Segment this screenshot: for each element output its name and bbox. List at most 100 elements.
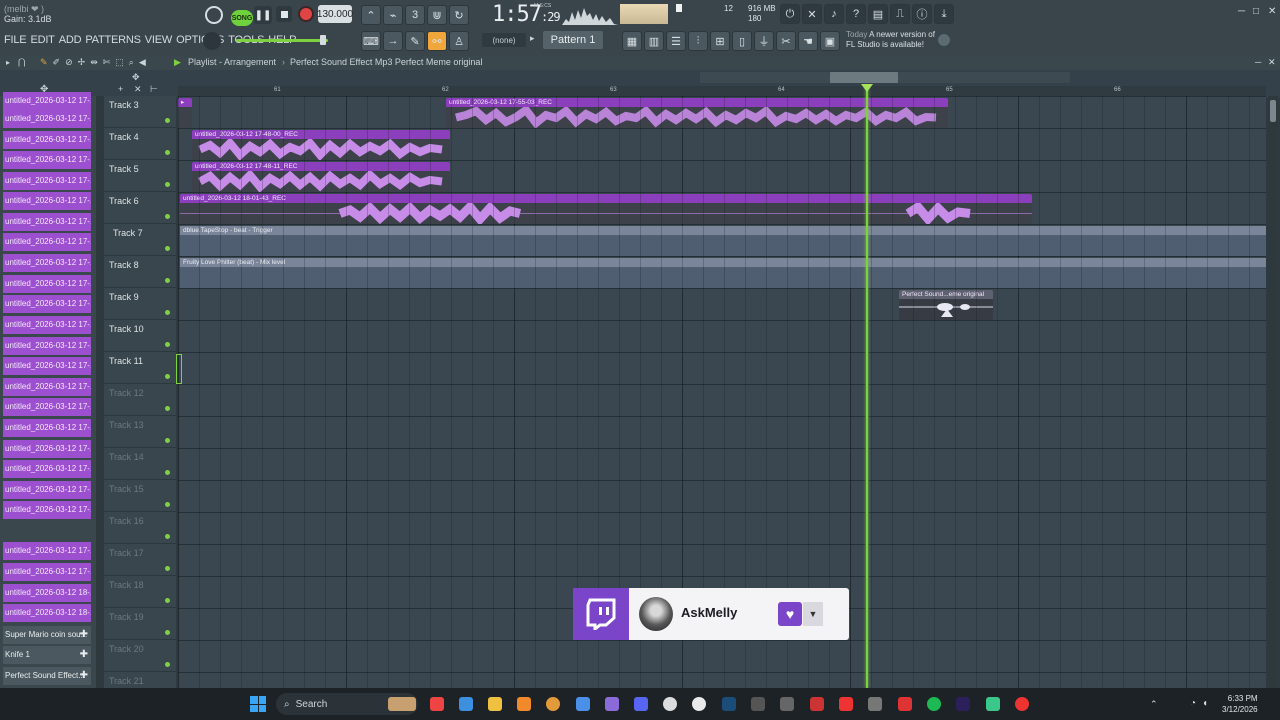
playhead-marker-icon[interactable] — [861, 84, 873, 92]
automation-clip[interactable]: dblue.TapeStop - beat - Trigger — [180, 226, 1266, 256]
news-panel[interactable]: Today A newer version of FL Studio is av… — [846, 30, 935, 50]
browser-item[interactable]: untitled_2026-03-12 17-... — [3, 563, 91, 581]
widget-icon[interactable] — [388, 697, 416, 711]
track-mute-led[interactable] — [165, 246, 170, 251]
browser-item[interactable]: untitled_2026-03-12 17-... — [3, 295, 91, 313]
minimize-icon[interactable]: ─ — [1238, 6, 1245, 17]
vertical-scroll-thumb[interactable] — [1270, 100, 1276, 122]
vertical-scrollbar[interactable] — [1268, 96, 1278, 688]
delete-tool-icon[interactable]: ⊘ — [65, 57, 73, 68]
track-mute-led[interactable] — [165, 182, 170, 187]
track-header[interactable]: Track 5 — [104, 160, 176, 192]
tools-icon[interactable]: ✂ — [776, 31, 796, 51]
microphone-icon[interactable]: ♪ — [824, 4, 844, 24]
app-icon[interactable] — [459, 697, 473, 711]
zoom-tool-icon[interactable]: ⌕ — [129, 57, 134, 68]
app-icon[interactable] — [898, 697, 912, 711]
volume-icon[interactable]: ◖ — [1202, 698, 1208, 709]
browser-item[interactable]: untitled_2026-03-12 17-... — [3, 378, 91, 396]
breadcrumb[interactable]: Perfect Sound Effect Mp3 Perfect Meme or… — [290, 57, 482, 67]
step-edit-icon[interactable]: ⋓ — [427, 5, 447, 25]
browser-item[interactable]: untitled_2026-03-12 17-... — [3, 172, 91, 190]
brush-icon[interactable]: ✎ — [405, 31, 425, 51]
track-header[interactable]: Track 12 — [104, 384, 176, 416]
master-volume-slider[interactable] — [236, 39, 328, 42]
track-mute-led[interactable] — [165, 374, 170, 379]
maximize-icon[interactable]: □ — [1253, 6, 1259, 17]
track-header[interactable]: Track 8 — [104, 256, 176, 288]
audio-clip[interactable]: ▸ — [178, 98, 192, 128]
audio-clip[interactable]: Perfect Sound...eme original — [899, 290, 993, 320]
update-icon[interactable] — [938, 34, 950, 46]
track-header[interactable]: Track 14 — [104, 448, 176, 480]
after-effects-icon[interactable] — [956, 697, 970, 711]
track-header[interactable]: Track 18 — [104, 576, 176, 608]
channel-icon[interactable]: ▯ — [732, 31, 752, 51]
browser-item[interactable]: untitled_2026-03-12 17-... — [3, 192, 91, 210]
audio-clip[interactable]: untitled_2026-03-12 17-48-00_REC — [192, 130, 450, 160]
touch-icon[interactable]: ☚ — [798, 31, 818, 51]
brush-tool-icon[interactable]: ✐ — [53, 57, 61, 68]
mixer-icon[interactable]: ✕ — [802, 4, 822, 24]
track-mute-led[interactable] — [165, 566, 170, 571]
app-icon[interactable] — [663, 697, 677, 711]
app-icon[interactable] — [839, 697, 853, 711]
add-icon[interactable]: ✚ — [80, 667, 88, 685]
help-icon[interactable]: ? — [846, 4, 866, 24]
browser-item-sound[interactable]: Perfect Sound Effect... ✚ — [3, 667, 91, 685]
browser-icon[interactable]: ⊞ — [710, 31, 730, 51]
file-explorer-icon[interactable] — [488, 697, 502, 711]
playlist-close-icon[interactable]: ✕ — [1268, 57, 1276, 68]
track-mute-led[interactable] — [165, 310, 170, 315]
track-mute-led[interactable] — [165, 150, 170, 155]
add-icon[interactable]: ✚ — [80, 626, 88, 644]
playhead[interactable] — [866, 86, 868, 688]
track-header[interactable]: Track 19 — [104, 608, 176, 640]
track-add-icon[interactable]: + — [118, 84, 123, 94]
track-mute-led[interactable] — [165, 406, 170, 411]
playlist-minimize-icon[interactable]: ─ — [1255, 57, 1261, 67]
track-mute-led[interactable] — [165, 630, 170, 635]
track-header[interactable]: Track 9 — [104, 288, 176, 320]
track-mute-led[interactable] — [165, 662, 170, 667]
track-mute-led[interactable] — [165, 470, 170, 475]
master-volume-knob[interactable] — [205, 6, 223, 24]
countdown-icon[interactable]: 3 — [405, 5, 425, 25]
plugin-icon[interactable]: ⎍ — [890, 4, 910, 24]
app-icon[interactable] — [868, 697, 882, 711]
horizontal-scroll-thumb[interactable] — [830, 72, 898, 83]
browser-item[interactable]: untitled_2026-03-12 18-... — [3, 604, 91, 622]
browser-item[interactable]: untitled_2026-03-12 17-... — [3, 337, 91, 355]
browser-item[interactable]: untitled_2026-03-12 17-... — [3, 275, 91, 293]
browser-item-sound[interactable]: Super Mario coin sou... ✚ — [3, 626, 91, 644]
track-header[interactable]: Track 6 — [104, 192, 176, 224]
track-mute-led[interactable] — [165, 118, 170, 123]
track-header[interactable]: Track 7 — [104, 224, 176, 256]
chevron-down-icon[interactable]: ▼ — [803, 602, 823, 626]
track-mute-led[interactable] — [165, 278, 170, 283]
track-close-icon[interactable]: ✕ — [134, 84, 142, 95]
discord-icon[interactable] — [634, 697, 648, 711]
start-icon[interactable] — [250, 696, 266, 712]
automation-clip[interactable]: Fruity Love Philter (beat) - Mix level — [180, 258, 1266, 288]
mute-tool-icon[interactable]: ✢ — [78, 57, 86, 68]
browser-item-sound[interactable]: Knife 1 ✚ — [3, 646, 91, 664]
mixer-view-icon[interactable]: ⫶ — [688, 31, 708, 51]
browser-item[interactable]: untitled_2026-03-12 17-... — [3, 254, 91, 272]
track-move-icon[interactable]: ✥ — [132, 72, 140, 83]
playback-tool-icon[interactable]: ◀ — [139, 57, 146, 68]
arrow-right-icon[interactable]: → — [383, 31, 403, 51]
playlist-play-icon[interactable]: ▶ — [174, 57, 181, 68]
app-icon[interactable] — [546, 697, 560, 711]
track-header[interactable]: Track 15 — [104, 480, 176, 512]
loop-record-icon[interactable]: ↻ — [449, 5, 469, 25]
pattern-selector[interactable]: Pattern 1 — [543, 31, 603, 49]
slice-tool-icon[interactable]: ✄ — [103, 57, 111, 68]
track-header[interactable]: Track 16 — [104, 512, 176, 544]
spotify-icon[interactable] — [927, 697, 941, 711]
wait-for-input-icon[interactable]: ⌁ — [383, 5, 403, 25]
browser-item[interactable]: untitled_2026-03-12 17-... — [3, 398, 91, 416]
browser-item[interactable]: untitled_2026-03-12 17-... — [3, 233, 91, 251]
browser-item[interactable]: untitled_2026-03-12 17-... — [3, 357, 91, 375]
app-icon[interactable] — [810, 697, 824, 711]
